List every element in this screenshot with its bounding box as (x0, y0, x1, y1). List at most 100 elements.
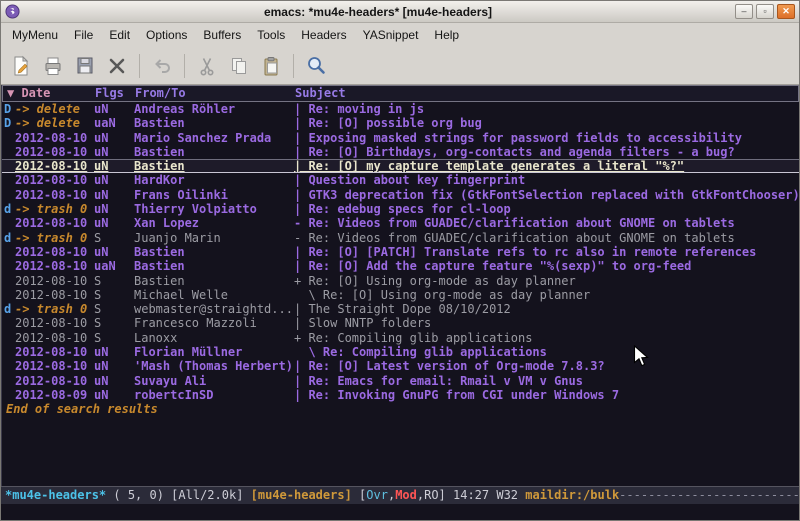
modeline-segment: maildir:/bulk (525, 488, 619, 502)
close-button[interactable]: ✕ (777, 4, 795, 19)
message-row[interactable]: D-> deleteuaNBastien| Re: [O] possible o… (2, 116, 799, 130)
message-flags: S (94, 274, 134, 288)
message-date: 2012-08-10 (15, 274, 94, 288)
tool-bar (1, 47, 799, 85)
search-button[interactable] (300, 51, 332, 81)
message-date: -> delete (15, 102, 94, 116)
message-row[interactable]: 2012-08-10uNBastien| Re: [O] my capture … (2, 159, 799, 173)
message-row[interactable]: 2012-08-10SBastien+ Re: [O] Using org-mo… (2, 274, 799, 288)
menu-item-headers[interactable]: Headers (293, 25, 354, 45)
message-subject: | Exposing masked strings for password f… (294, 131, 799, 145)
message-row[interactable]: d-> trash 0Swebmaster@straightd...| The … (2, 302, 799, 316)
close-buffer-icon (106, 55, 128, 77)
message-mark (2, 288, 15, 302)
message-subject: | Re: [O] possible org bug (294, 116, 799, 130)
copy-button[interactable] (223, 51, 255, 81)
close-buffer-button[interactable] (101, 51, 133, 81)
new-file-button[interactable] (5, 51, 37, 81)
message-flags: uN (94, 202, 134, 216)
message-row[interactable]: 2012-08-10uNBastien| Re: [O] [PATCH] Tra… (2, 245, 799, 259)
column-header-flags[interactable]: Flgs (95, 86, 135, 101)
message-row[interactable]: d-> trash 0SJuanjo Marin- Re: Videos fro… (2, 231, 799, 245)
message-subject: + Re: [O] Using org-mode as day planner (294, 274, 799, 288)
column-header-from[interactable]: From/To (135, 86, 295, 101)
echo-area[interactable] (1, 504, 799, 520)
message-row[interactable]: 2012-08-10SFrancesco Mazzoli| Slow NNTP … (2, 316, 799, 330)
modeline-segment: ,RO] (417, 488, 453, 502)
message-row[interactable]: 2012-08-10uNSuvayu Ali| Re: Emacs for em… (2, 374, 799, 388)
message-from: Bastien (134, 259, 294, 273)
message-mark (2, 345, 15, 359)
column-header-subject[interactable]: Subject (295, 86, 798, 101)
menu-item-mymenu[interactable]: MyMenu (4, 25, 66, 45)
menu-item-buffers[interactable]: Buffers (195, 25, 249, 45)
emacs-window: emacs: *mu4e-headers* [mu4e-headers] ‒ ▫… (0, 0, 800, 521)
message-flags: uN (94, 216, 134, 230)
message-from: Bastien (134, 116, 294, 130)
maximize-button[interactable]: ▫ (756, 4, 774, 19)
message-flags: S (94, 316, 134, 330)
message-subject: | Question about key fingerprint (294, 173, 799, 187)
message-from: Bastien (134, 245, 294, 259)
toolbar-separator (139, 54, 140, 78)
save-button[interactable] (69, 51, 101, 81)
print-button[interactable] (37, 51, 69, 81)
menu-item-options[interactable]: Options (138, 25, 195, 45)
message-date: -> trash 0 (15, 231, 94, 245)
message-flags: uaN (94, 259, 134, 273)
minimize-button[interactable]: ‒ (735, 4, 753, 19)
message-from: Lanoxx (134, 331, 294, 345)
cut-button[interactable] (191, 51, 223, 81)
message-row[interactable]: 2012-08-10uNMario Sanchez Prada| Exposin… (2, 131, 799, 145)
message-mark (2, 145, 15, 159)
message-row[interactable]: 2012-08-10uNFrans Oilinki| GTK3 deprecat… (2, 188, 799, 202)
column-header-date[interactable]: ▼ Date (3, 86, 95, 101)
message-from: Florian Müllner (134, 345, 294, 359)
message-from: Bastien (134, 274, 294, 288)
message-row[interactable]: 2012-08-10uaNBastien| Re: [O] Add the ca… (2, 259, 799, 273)
menu-item-yasnippet[interactable]: YASnippet (355, 25, 427, 45)
menu-item-tools[interactable]: Tools (249, 25, 293, 45)
message-subject: | Slow NNTP folders (294, 316, 799, 330)
message-row[interactable]: 2012-08-09uNrobertcInSD| Re: Invoking Gn… (2, 388, 799, 402)
message-subject: \ Re: [O] Using org-mode as day planner (294, 288, 799, 302)
message-flags: uN (94, 102, 134, 116)
message-row[interactable]: D-> deleteuNAndreas Röhler| Re: moving i… (2, 102, 799, 116)
message-mark (2, 374, 15, 388)
modeline-segment: [ (352, 488, 366, 502)
message-from: Juanjo Marin (134, 231, 294, 245)
message-mark (2, 388, 15, 402)
message-date: 2012-08-10 (15, 173, 94, 187)
message-date: 2012-08-10 (15, 374, 94, 388)
undo-button[interactable] (146, 51, 178, 81)
message-mark (2, 359, 15, 373)
message-from: Frans Oilinki (134, 188, 294, 202)
message-from: Michael Welle (134, 288, 294, 302)
menu-item-edit[interactable]: Edit (101, 25, 138, 45)
message-mark: d (2, 302, 15, 316)
message-row[interactable]: 2012-08-10SLanoxx+ Re: Compiling glib ap… (2, 331, 799, 345)
message-row[interactable]: 2012-08-10SMichael Welle \ Re: [O] Using… (2, 288, 799, 302)
message-row[interactable]: 2012-08-10uNXan Lopez- Re: Videos from G… (2, 216, 799, 230)
message-row[interactable]: 2012-08-10uNBastien| Re: [O] Birthdays, … (2, 145, 799, 159)
message-row[interactable]: 2012-08-10uNFlorian Müllner \ Re: Compil… (2, 345, 799, 359)
headers-buffer[interactable]: ▼ Date Flgs From/To Subject D-> deleteuN… (1, 85, 799, 486)
menu-item-help[interactable]: Help (426, 25, 467, 45)
message-subject: | Re: [O] Add the capture feature "%(sex… (294, 259, 799, 273)
message-row[interactable]: d-> trash 0uNThierry Volpiatto| Re: edeb… (2, 202, 799, 216)
message-from: Xan Lopez (134, 216, 294, 230)
message-row[interactable]: 2012-08-10uN'Mash (Thomas Herbert)| Re: … (2, 359, 799, 373)
message-subject: + Re: Compiling glib applications (294, 331, 799, 345)
message-date: 2012-08-10 (15, 245, 94, 259)
message-from: webmaster@straightd... (134, 302, 294, 316)
message-date: 2012-08-10 (15, 160, 94, 172)
menu-item-file[interactable]: File (66, 25, 101, 45)
message-date: 2012-08-10 (15, 131, 94, 145)
message-date: 2012-08-09 (15, 388, 94, 402)
message-subject: | The Straight Dope 08/10/2012 (294, 302, 799, 316)
paste-button[interactable] (255, 51, 287, 81)
search-icon (305, 55, 327, 77)
toolbar-separator (184, 54, 185, 78)
message-row[interactable]: 2012-08-10uNHardKor| Question about key … (2, 173, 799, 187)
menu-bar: MyMenuFileEditOptionsBuffersToolsHeaders… (1, 23, 799, 47)
